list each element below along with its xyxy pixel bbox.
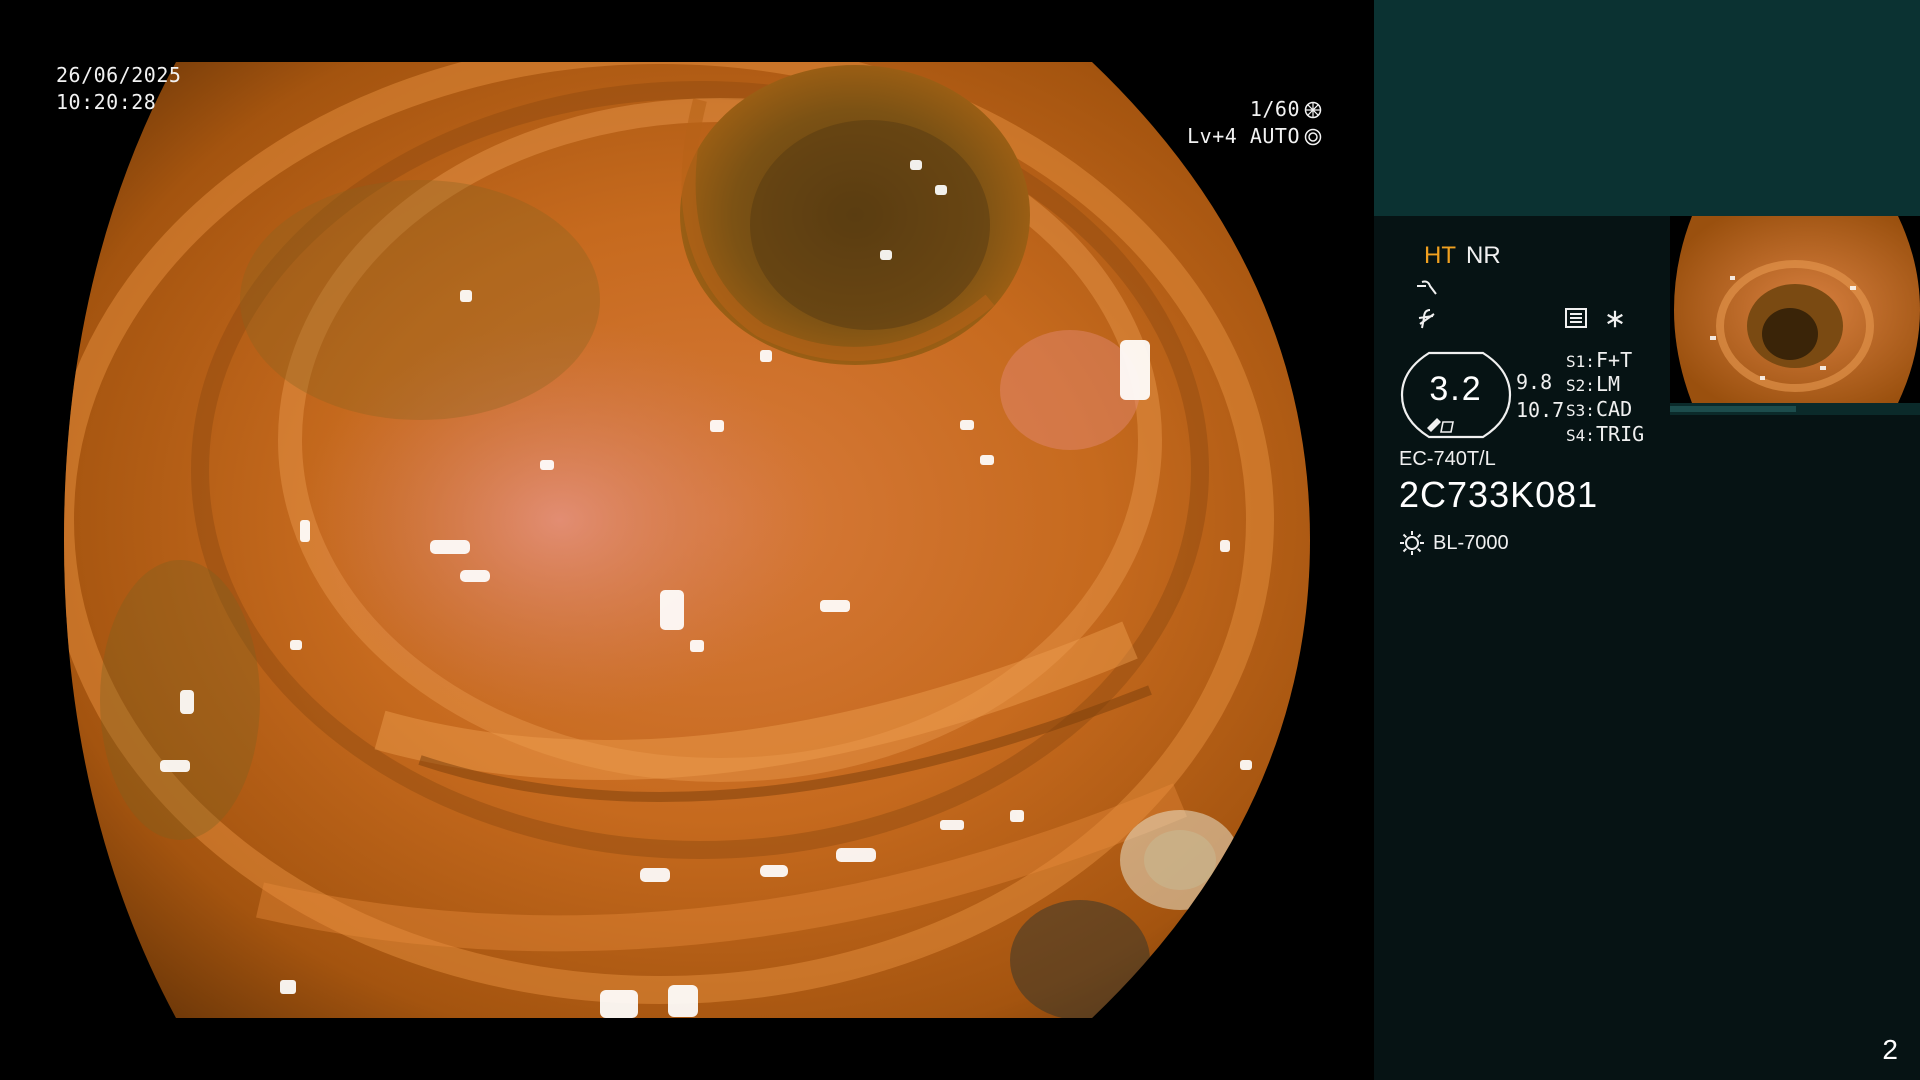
thumbnail-image	[1674, 216, 1920, 403]
enhancement-value: 3.2	[1429, 370, 1483, 408]
exposure-overlay: 1/60 Lv+4 AUTO	[1187, 96, 1322, 150]
mode-ht-label: HT	[1424, 242, 1456, 269]
thumbnail-preview[interactable]	[1670, 216, 1920, 403]
scope-model: EC-740T/L	[1399, 448, 1496, 470]
menu-list-icon	[1565, 308, 1587, 328]
scope-serial: 2C733K081	[1399, 474, 1599, 515]
info-panel: HT NR 3.2 9.8 10.7 S1: F+T S2: LM S3: CAD S4…	[1374, 0, 1920, 1080]
page-number: 2	[1882, 1034, 1898, 1065]
switch-4: S4: TRIG	[1566, 422, 1645, 446]
endoscope-view: 26/06/2025 10:20:28 1/60 Lv+4 AUTO	[0, 0, 1374, 1080]
switch-1: S1: F+T	[1566, 348, 1633, 372]
mode-nr-label: NR	[1466, 242, 1501, 269]
switch-2: S2: LM	[1566, 372, 1621, 396]
panel-header-area	[1374, 0, 1920, 216]
auto-iris-icon	[1304, 128, 1322, 145]
date-time-overlay: 26/06/2025 10:20:28	[56, 62, 181, 116]
stack-value-bottom: 10.7	[1516, 398, 1565, 422]
stack-value-top: 9.8	[1516, 370, 1553, 394]
time-text: 10:20:28	[56, 90, 157, 114]
date-text: 26/06/2025	[56, 63, 182, 87]
asterisk-icon	[1607, 310, 1623, 328]
level-text: Lv+4 AUTO	[1187, 124, 1300, 148]
f-symbol-icon	[1418, 309, 1435, 329]
shutter-icon	[1304, 101, 1322, 118]
light-source: BL-7000	[1399, 530, 1509, 556]
endoscopic-image	[64, 62, 1310, 1018]
switch-3: S3: CAD	[1566, 397, 1633, 421]
light-source-label: BL-7000	[1433, 531, 1509, 554]
light-bulb-icon	[1400, 531, 1424, 555]
scope-tip-icon	[1427, 418, 1454, 433]
thumbnail-status-strip	[1670, 403, 1920, 415]
mode-indicator: HT NR	[1424, 242, 1501, 270]
curve-symbol-icon	[1417, 280, 1437, 295]
shutter-speed-text: 1/60	[1249, 97, 1300, 121]
